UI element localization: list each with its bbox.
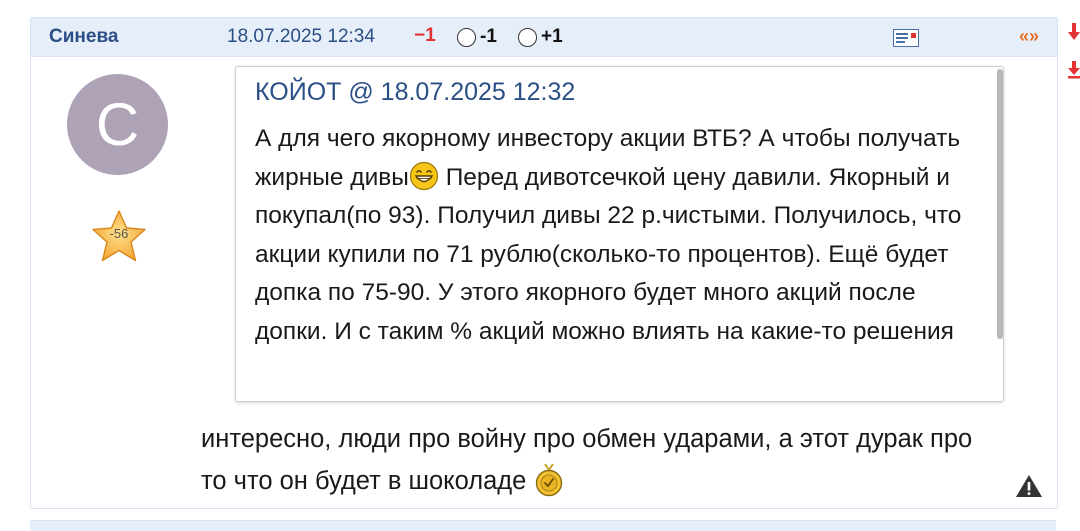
forum-post: Синева 18.07.2025 12:34 −1 -1 +1 «» С -5…: [30, 17, 1058, 509]
user-rating-value: -56: [109, 226, 129, 241]
quote-post-button[interactable]: «»: [1019, 26, 1039, 47]
gold-medal-emoji-icon: [536, 463, 563, 497]
vote-plus-radio[interactable]: [518, 27, 537, 47]
post-date: 18.07.2025 12:34: [227, 26, 375, 47]
arrow-down-to-bottom-icon[interactable]: [1067, 60, 1080, 80]
post-rating: −1: [414, 25, 436, 46]
quote-scrollbar[interactable]: [997, 69, 1003, 339]
arrow-down-icon[interactable]: [1067, 22, 1080, 42]
quote-header[interactable]: КОЙОТ @ 18.07.2025 12:32: [255, 78, 575, 107]
vote-minus-label: -1: [480, 26, 497, 47]
reply-text-content: интересно, люди про войну про обмен удар…: [201, 425, 973, 495]
quote-text: А для чего якорному инвестору акции ВТБ?…: [255, 120, 975, 352]
laughing-face-emoji-icon: [409, 161, 438, 190]
author-name-link[interactable]: Синева: [49, 26, 118, 48]
quoted-message: КОЙОТ @ 18.07.2025 12:32 А для чего якор…: [235, 66, 1004, 402]
private-message-icon[interactable]: [893, 29, 919, 47]
vote-minus-radio[interactable]: [457, 27, 476, 47]
next-post-header: [30, 520, 1056, 531]
warning-triangle-icon[interactable]: [1015, 474, 1043, 498]
avatar[interactable]: С: [67, 74, 168, 175]
post-header: Синева 18.07.2025 12:34 −1 -1 +1 «»: [31, 18, 1057, 57]
reply-text: интересно, люди про войну про обмен удар…: [201, 418, 991, 502]
user-rating-badge: -56: [90, 208, 148, 266]
vote-plus-label: +1: [541, 26, 563, 47]
vote-minus-option[interactable]: -1: [457, 26, 497, 48]
vote-plus-option[interactable]: +1: [518, 26, 563, 48]
